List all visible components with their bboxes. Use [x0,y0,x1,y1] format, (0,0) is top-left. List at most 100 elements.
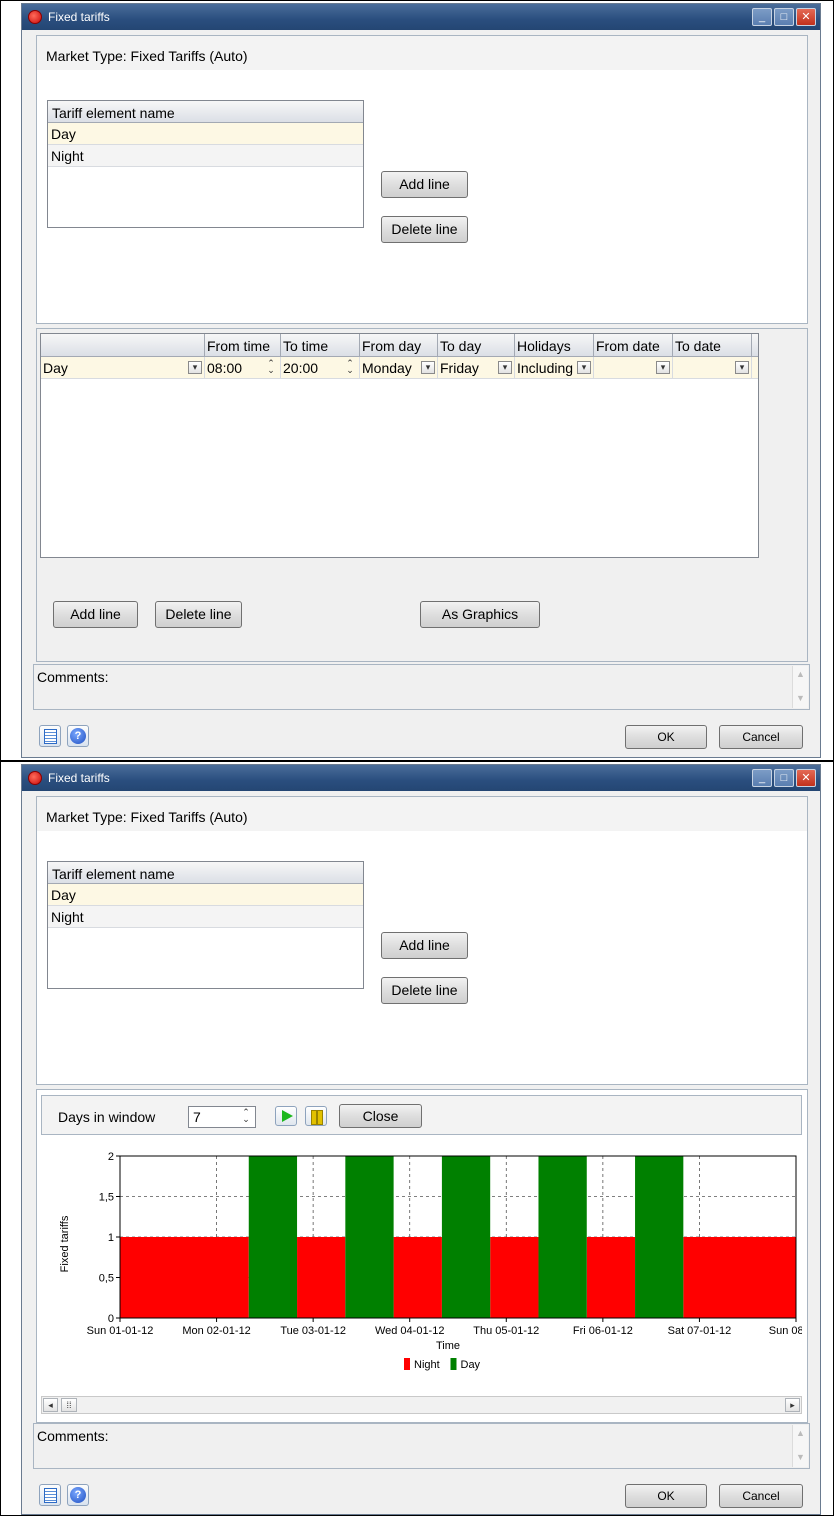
holidays-value: Including [517,360,574,376]
title-bar[interactable]: Fixed tariffs _ □ ✕ [22,4,820,30]
title-bar[interactable]: Fixed tariffs _ □ ✕ [22,765,820,791]
list-item[interactable]: Day [48,884,363,906]
chart-horizontal-scrollbar[interactable]: ◂ ⁞⁞ ▸ [41,1396,802,1414]
days-in-window-stepper[interactable]: 7 ⌃ ⌄ [188,1106,256,1128]
document-icon[interactable] [39,1484,61,1506]
bar-day [345,1156,394,1318]
x-tick-label: Sat 07-01-12 [668,1325,732,1337]
x-tick-label: Thu 05-01-12 [473,1325,539,1337]
bar-night [490,1237,539,1318]
from-date-cell[interactable]: ▾ [594,357,673,378]
add-schedule-line-button[interactable]: Add line [53,601,138,628]
bar-night [393,1237,442,1318]
bar-night [297,1237,346,1318]
legend-swatch-night [404,1358,410,1370]
to-day-cell[interactable]: Friday ▾ [438,357,515,378]
comments-field[interactable]: Comments: ▲ ▼ [33,664,810,710]
market-type-label: Market Type: Fixed Tariffs (Auto) [37,36,807,70]
spinner-icon[interactable]: ⌃ ⌄ [264,359,278,375]
delete-tariff-line-button[interactable]: Delete line [381,216,468,243]
from-time-cell[interactable]: 08:00 ⌃ ⌄ [205,357,281,378]
column-header-holidays[interactable]: Holidays [515,334,594,356]
from-day-cell[interactable]: Monday ▾ [360,357,438,378]
pause-icon[interactable] [305,1106,327,1126]
help-icon[interactable]: ? [67,1484,89,1506]
maximize-icon[interactable]: □ [774,8,794,26]
scroll-left-icon[interactable]: ◂ [43,1398,58,1412]
ok-button[interactable]: OK [625,725,707,749]
add-tariff-line-button[interactable]: Add line [381,932,468,959]
y-tick-label: 0,5 [99,1273,114,1285]
as-graphics-button[interactable]: As Graphics [420,601,540,628]
x-axis-label: Time [436,1340,460,1352]
app-icon [28,10,42,24]
close-graphics-button[interactable]: Close [339,1104,422,1128]
bar-night [586,1237,636,1318]
chevron-down-icon[interactable]: ▾ [656,361,670,374]
column-header-to-day[interactable]: To day [438,334,515,356]
x-tick-label: Wed 04-01-12 [375,1325,445,1337]
dialog-window: Fixed tariffs _ □ ✕ Market Type: Fixed T… [21,764,824,1515]
list-item[interactable]: Night [48,906,363,928]
column-header-to-time[interactable]: To time [281,334,360,356]
comments-scrollbar[interactable]: ▲ ▼ [792,666,808,708]
column-header-from-day[interactable]: From day [360,334,438,356]
column-header-from-date[interactable]: From date [594,334,673,356]
comments-field[interactable]: Comments: ▲ ▼ [33,1423,810,1469]
list-item[interactable]: Day [48,123,363,145]
scroll-thumb[interactable]: ⁞⁞ [61,1398,77,1412]
market-panel: Market Type: Fixed Tariffs (Auto) Tariff… [36,796,808,1085]
tariff-list-header[interactable]: Tariff element name [48,862,363,884]
chevron-down-icon[interactable]: ▾ [421,361,435,374]
document-icon[interactable] [39,725,61,747]
spinner-icon[interactable]: ⌃ ⌄ [239,1108,253,1124]
column-header-element[interactable] [41,334,205,356]
holidays-cell[interactable]: Including ▾ [515,357,594,378]
scroll-right-icon[interactable]: ▸ [785,1398,800,1412]
spinner-icon[interactable]: ⌃ ⌄ [343,359,357,375]
scroll-down-icon[interactable]: ▼ [793,690,808,706]
column-header-to-date[interactable]: To date [673,334,752,356]
cancel-button[interactable]: Cancel [719,1484,803,1508]
column-header-from-time[interactable]: From time [205,334,281,356]
to-date-cell[interactable]: ▾ [673,357,752,378]
days-in-window-label: Days in window [58,1109,156,1125]
y-axis-label: Fixed tariffs [59,1215,71,1272]
cancel-button[interactable]: Cancel [719,725,803,749]
table-row[interactable]: Day ▾ 08:00 ⌃ ⌄ 20:00 ⌃ ⌄ Monday ▾ Friday ▾ Inc… [41,357,758,379]
minimize-icon[interactable]: _ [752,8,772,26]
y-tick-label: 1,5 [99,1192,114,1204]
scroll-up-icon[interactable]: ▲ [793,666,808,682]
help-icon[interactable]: ? [67,725,89,747]
chevron-down-icon[interactable]: ▾ [188,361,202,374]
x-tick-label: Sun 01-01-12 [87,1325,154,1337]
maximize-icon[interactable]: □ [774,769,794,787]
to-time-cell[interactable]: 20:00 ⌃ ⌄ [281,357,360,378]
tariff-element-list[interactable]: Tariff element name Day Night [47,100,364,228]
legend-label-night: Night [414,1359,440,1371]
ok-button[interactable]: OK [625,1484,707,1508]
y-tick-label: 0 [108,1313,114,1325]
tariff-list-header[interactable]: Tariff element name [48,101,363,123]
element-cell[interactable]: Day ▾ [41,357,205,378]
play-icon[interactable] [275,1106,297,1126]
list-item[interactable]: Night [48,145,363,167]
graphics-panel: Days in window 7 ⌃ ⌄ Close 0 0,5 1 1,5 2 Sun 01… [36,1089,824,1423]
delete-schedule-line-button[interactable]: Delete line [155,601,242,628]
comments-scrollbar[interactable]: ▲ ▼ [792,1425,808,1467]
tariff-element-list[interactable]: Tariff element name Day Night [47,861,364,989]
close-icon[interactable]: ✕ [796,769,816,787]
chevron-down-icon[interactable]: ▾ [498,361,512,374]
days-value: 7 [193,1109,201,1125]
bar-day [538,1156,587,1318]
close-icon[interactable]: ✕ [796,8,816,26]
to-time-value: 20:00 [283,360,319,376]
scroll-up-icon[interactable]: ▲ [793,1425,808,1441]
chevron-down-icon[interactable]: ▾ [735,361,749,374]
delete-tariff-line-button[interactable]: Delete line [381,977,468,1004]
scroll-down-icon[interactable]: ▼ [793,1449,808,1465]
minimize-icon[interactable]: _ [752,769,772,787]
chevron-down-icon[interactable]: ▾ [577,361,591,374]
chart-svg: 0 0,5 1 1,5 2 Sun 01-01-12 Mon 02-01-12 Tue 03-… [59,1151,824,1371]
add-tariff-line-button[interactable]: Add line [381,171,468,198]
